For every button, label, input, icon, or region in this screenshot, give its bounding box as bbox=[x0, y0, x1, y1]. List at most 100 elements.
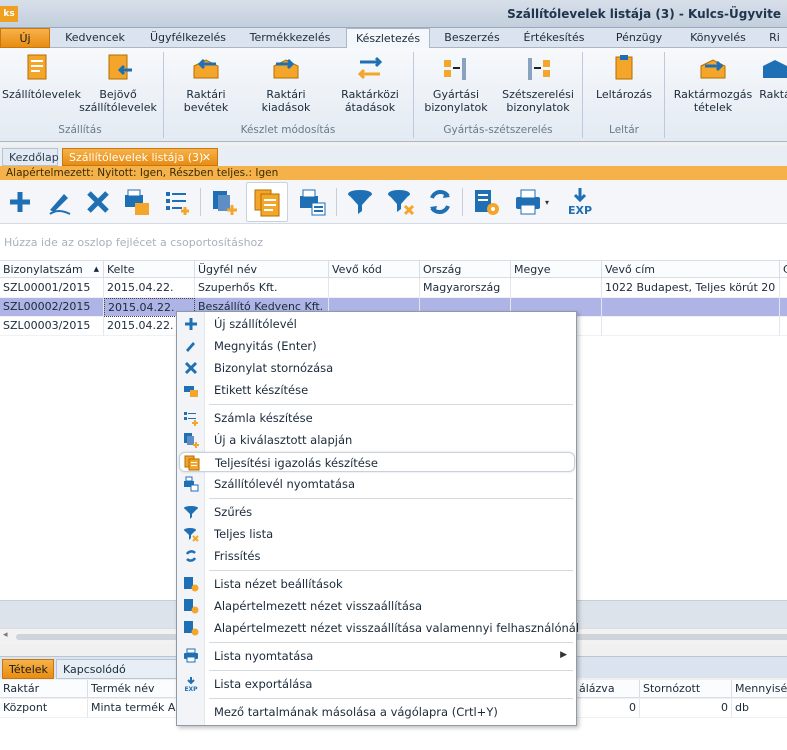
list-settings-button[interactable] bbox=[468, 184, 504, 220]
app-logo[interactable]: ks bbox=[0, 6, 18, 22]
edit-button[interactable] bbox=[42, 184, 78, 220]
refresh-icon bbox=[185, 550, 197, 562]
tab-szallitolevelek-listaja[interactable]: Szállítólevelek listája (3) ✕ bbox=[62, 148, 218, 166]
tab-uj[interactable]: Új bbox=[0, 28, 50, 48]
menu-item-lista-exportalasa[interactable]: EXP Lista exportálása bbox=[179, 674, 575, 694]
incoming-delivery-icon bbox=[108, 54, 132, 80]
transfer-icon bbox=[357, 56, 383, 80]
column-header-vevo-cim[interactable]: Vevő cím bbox=[602, 261, 780, 279]
svg-text:EXP: EXP bbox=[184, 686, 198, 692]
menu-item-stornozas[interactable]: Bizonylat stornózása bbox=[179, 358, 575, 378]
cell-ugyfel-nev: Szuperhős Kft. bbox=[195, 279, 329, 298]
delivery-note-icon bbox=[27, 54, 47, 80]
tab-riportok[interactable]: Ri bbox=[762, 28, 787, 48]
rakt-button[interactable]: Raktá bbox=[758, 52, 787, 101]
szetszerelesi-bizonylatok-button[interactable]: Szétszerelési bizonylatok bbox=[502, 52, 574, 114]
menu-item-alapertelmezett-nezet-mindenkinel[interactable]: Alapértelmezett nézet visszaállítása val… bbox=[179, 618, 579, 638]
menu-item-szallitolevel-nyomtatasa[interactable]: Szállítólevél nyomtatása bbox=[179, 474, 575, 494]
copy-new-button[interactable] bbox=[206, 184, 242, 220]
cell-c bbox=[780, 298, 787, 317]
raktarmozgas-tetelek-button[interactable]: Raktármozgás tételek bbox=[672, 52, 754, 114]
column-header-orszag[interactable]: Ország bbox=[420, 261, 511, 279]
menu-item-alapertelmezett-nezet[interactable]: Alapértelmezett nézet visszaállítása bbox=[179, 596, 575, 616]
x-icon bbox=[184, 361, 198, 375]
tab-ugyfelkezeles[interactable]: Ügyfélkezelés bbox=[140, 28, 236, 48]
tab-termekkezeles[interactable]: Termékkezelés bbox=[242, 28, 338, 48]
tab-konyveles[interactable]: Könyvelés bbox=[680, 28, 756, 48]
tab-tetelek[interactable]: Tételek bbox=[2, 659, 54, 679]
label-print-button[interactable] bbox=[118, 184, 154, 220]
raktari-bevetek-button[interactable]: Raktári bevétek bbox=[174, 52, 238, 114]
menu-item-lista-nezet-beallitasok[interactable]: Lista nézet beállítások bbox=[179, 574, 575, 594]
print-delivery-note-button[interactable] bbox=[294, 184, 330, 220]
menu-item-uj-szallitolevel[interactable]: Új szállítólevél bbox=[179, 314, 575, 334]
cancel-document-button[interactable] bbox=[80, 184, 116, 220]
filter-button[interactable] bbox=[342, 184, 378, 220]
menu-item-uj-kivalasztott-alapjan[interactable]: Új a kiválasztott alapján bbox=[179, 430, 575, 450]
new-button[interactable] bbox=[2, 184, 38, 220]
group-by-drop-area[interactable]: Húzza ide az oszlop fejlécet a csoportos… bbox=[0, 224, 787, 260]
tab-label: Szállítólevelek listája (3) bbox=[69, 151, 204, 164]
clear-filter-button[interactable] bbox=[382, 184, 418, 220]
raktari-kiadasok-button[interactable]: Raktári kiadások bbox=[254, 52, 318, 114]
leltarozas-button[interactable]: Leltározás bbox=[592, 52, 656, 101]
print-list-button[interactable]: ▾ bbox=[508, 184, 554, 220]
column-header-mennyiseg[interactable]: Mennyiség bbox=[732, 680, 787, 698]
column-header-kelte[interactable]: Kelte bbox=[104, 261, 195, 279]
ribbon-tab-strip: Új Kedvencek Ügyfélkezelés Termékkezelés… bbox=[0, 28, 787, 49]
szallitolevelek-button[interactable]: Szállítólevelek bbox=[2, 52, 81, 101]
menu-item-mezo-masolasa[interactable]: Mező tartalmának másolása a vágólapra (C… bbox=[179, 702, 575, 722]
tab-beszerzes[interactable]: Beszerzés bbox=[436, 28, 508, 48]
column-header-alazva[interactable]: álázva bbox=[576, 680, 640, 698]
column-header-stornozott[interactable]: Stornózott bbox=[640, 680, 732, 698]
close-icon[interactable]: ✕ bbox=[202, 149, 211, 167]
menu-item-teljesitesi-igazolas[interactable]: Teljesítési igazolás készítése bbox=[179, 452, 575, 472]
tab-penzugy[interactable]: Pénzügy bbox=[604, 28, 674, 48]
column-header-c[interactable]: C bbox=[780, 261, 787, 279]
ribbon-separator bbox=[582, 52, 583, 138]
certificate-icon bbox=[254, 189, 280, 217]
cell-alazva: 0 bbox=[576, 699, 640, 718]
menu-item-frissites[interactable]: Frissítés bbox=[179, 546, 575, 566]
tab-kedvencek[interactable]: Kedvencek bbox=[56, 28, 134, 48]
group-label-leltar: Leltár bbox=[609, 124, 639, 136]
menu-item-szures[interactable]: Szűrés bbox=[179, 502, 575, 522]
print-list-icon bbox=[300, 189, 326, 216]
scroll-left-icon[interactable]: ◂ bbox=[3, 630, 8, 640]
bejovo-szallitolevelek-button[interactable]: Bejövő szállítólevelek bbox=[78, 52, 158, 114]
gyartasi-bizonylatok-button[interactable]: Gyártási bizonylatok bbox=[420, 52, 492, 114]
menu-separator bbox=[209, 642, 573, 643]
menu-item-etikett[interactable]: Etikett készítése bbox=[179, 380, 575, 400]
refresh-button[interactable] bbox=[422, 184, 458, 220]
group-label-keszlet: Készlet módosítás bbox=[240, 124, 336, 136]
column-header-vevo-kod[interactable]: Vevő kód bbox=[329, 261, 420, 279]
tab-kezdolap[interactable]: Kezdőlap bbox=[2, 148, 59, 166]
cell-bizonylatszam: SZL00002/2015 bbox=[0, 298, 104, 317]
chevron-down-icon[interactable]: ▾ bbox=[545, 198, 549, 207]
column-header-megye[interactable]: Megye bbox=[511, 261, 602, 279]
column-header-termek-nev[interactable]: Termék név bbox=[88, 680, 178, 698]
menu-item-szamla[interactable]: Számla készítése bbox=[179, 408, 575, 428]
column-header-ugyfel-nev[interactable]: Ügyfél név bbox=[195, 261, 329, 279]
invoice-button[interactable] bbox=[160, 184, 196, 220]
export-button[interactable]: EXP bbox=[562, 184, 598, 220]
raktarkozi-atadasok-button[interactable]: Raktárközi átadások bbox=[334, 52, 406, 114]
menu-item-lista-nyomtatasa[interactable]: Lista nyomtatása ▶ bbox=[179, 646, 575, 666]
stock-movement-icon bbox=[700, 59, 726, 79]
column-header-bizonylatszam[interactable]: Bizonylatszám ▲ bbox=[0, 261, 104, 279]
plus-icon bbox=[185, 318, 197, 330]
invoice-list-icon bbox=[166, 192, 189, 215]
menu-item-megnyitas[interactable]: Megnyitás (Enter) bbox=[179, 336, 575, 356]
print-list-icon bbox=[184, 476, 199, 492]
cell-vevo-cim bbox=[602, 317, 780, 336]
menu-separator bbox=[209, 570, 573, 571]
tab-kapcsolodo-bizonylatok[interactable]: Kapcsolódó bizonylatok bbox=[56, 659, 180, 695]
certificate-button[interactable] bbox=[246, 182, 288, 222]
menu-item-teljes-lista[interactable]: Teljes lista bbox=[179, 524, 575, 544]
filter-icon bbox=[348, 190, 372, 214]
tab-keszletezes[interactable]: Készletezés bbox=[346, 28, 430, 49]
column-header-raktar[interactable]: Raktár bbox=[0, 680, 88, 698]
table-row[interactable]: SZL00001/2015 2015.04.22. Szuperhős Kft.… bbox=[0, 279, 787, 298]
warehouse-icon bbox=[763, 60, 787, 78]
tab-ertekesites[interactable]: Értékesítés bbox=[512, 28, 596, 48]
